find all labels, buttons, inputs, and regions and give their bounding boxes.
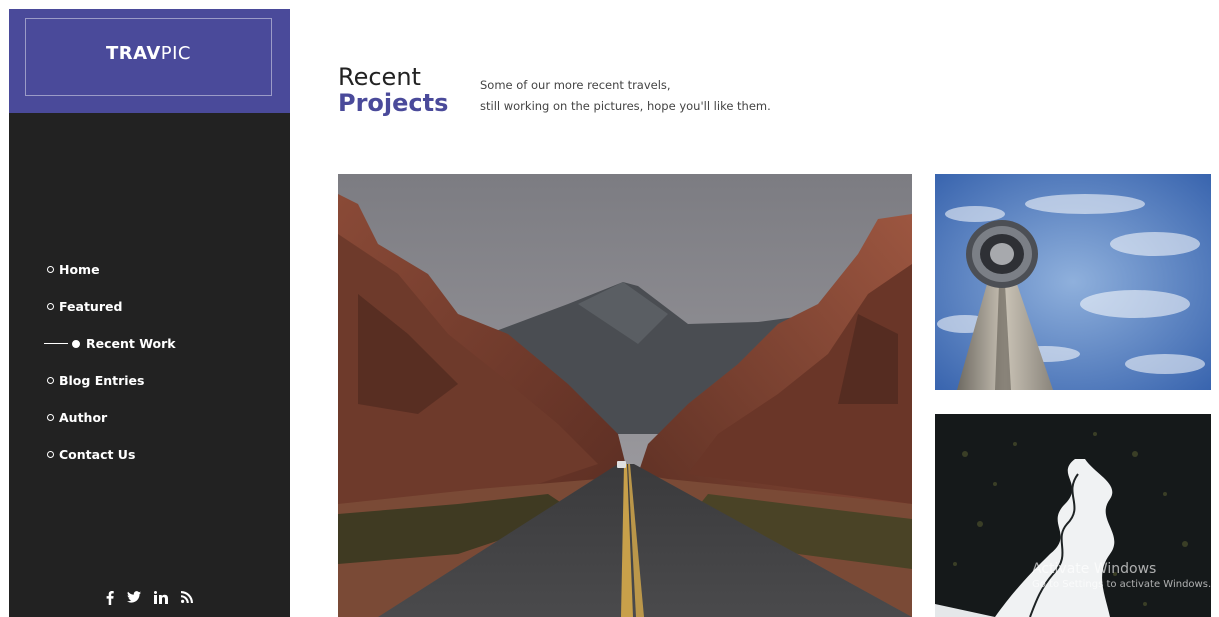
nav-dot-icon [47, 451, 54, 458]
section-description: Some of our more recent travels, still w… [480, 75, 771, 117]
main-nav: Home Featured Recent Work Blog Entries A… [9, 251, 290, 473]
nav-item-label: Contact Us [59, 447, 136, 462]
logo[interactable]: TRAV PIC [25, 18, 272, 96]
description-line-2: still working on the pictures, hope you'… [480, 99, 771, 113]
page: TRAV PIC Home Featured Recent Work Blog E… [0, 0, 1219, 617]
heading-line-2: Projects [338, 89, 449, 118]
nav-dot-icon [47, 414, 54, 421]
active-indicator-line [44, 343, 68, 344]
nav-item-label: Home [59, 262, 100, 277]
twitter-icon[interactable] [127, 591, 141, 609]
photo-frozen-river[interactable] [935, 414, 1211, 617]
nav-item-label: Recent Work [86, 336, 176, 351]
nav-item-label: Featured [59, 299, 123, 314]
nav-dot-filled-icon [72, 339, 80, 348]
logo-light-text: PIC [160, 42, 191, 64]
nav-dot-icon [47, 303, 54, 310]
social-links [9, 591, 290, 609]
sidebar: TRAV PIC Home Featured Recent Work Blog E… [9, 9, 290, 617]
linkedin-icon[interactable] [154, 591, 168, 609]
nav-item-featured[interactable]: Featured [9, 288, 290, 325]
nav-dot-icon [47, 377, 54, 384]
section-heading: Recent Projects [338, 64, 448, 117]
nav-dot-icon [47, 266, 54, 273]
description-line-1: Some of our more recent travels, [480, 78, 671, 92]
logo-band: TRAV PIC [9, 9, 290, 113]
logo-bold-text: TRAV [105, 42, 161, 64]
nav-item-home[interactable]: Home [9, 251, 290, 288]
nav-item-recent-work[interactable]: Recent Work [9, 325, 290, 362]
photo-desert-road[interactable] [338, 174, 912, 617]
nav-item-contact-us[interactable]: Contact Us [9, 436, 290, 473]
nav-item-label: Blog Entries [59, 373, 145, 388]
facebook-icon[interactable] [106, 591, 114, 609]
nav-item-label: Author [59, 410, 108, 425]
photo-tower[interactable] [935, 174, 1211, 390]
nav-item-author[interactable]: Author [9, 399, 290, 436]
heading-line-1: Recent [338, 63, 421, 91]
rss-icon[interactable] [181, 591, 193, 609]
nav-item-blog-entries[interactable]: Blog Entries [9, 362, 290, 399]
